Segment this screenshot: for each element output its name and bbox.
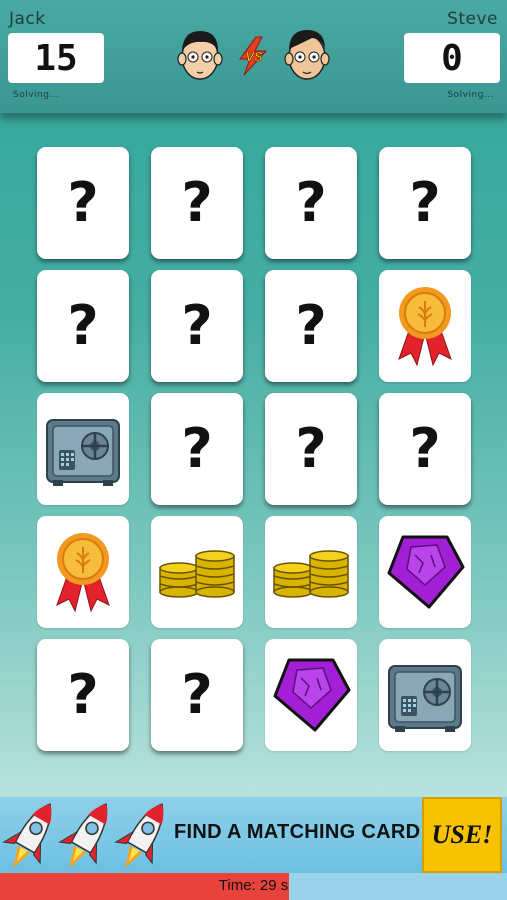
medal-icon	[389, 281, 461, 371]
player-left-name: Jack	[9, 9, 46, 29]
card-hidden[interactable]: ?	[151, 270, 243, 382]
rocket-icon	[114, 803, 164, 869]
card-coins[interactable]	[265, 516, 357, 628]
coins-icon	[270, 546, 352, 598]
question-mark: ?	[181, 171, 213, 234]
player-right-score: 0	[404, 33, 500, 83]
card-hidden[interactable]: ?	[265, 270, 357, 382]
player-right-name: Steve	[447, 9, 498, 29]
gem-icon	[385, 533, 465, 611]
coins-icon	[156, 546, 238, 598]
card-hidden[interactable]: ?	[265, 147, 357, 259]
safe-icon	[43, 410, 123, 488]
question-mark: ?	[181, 417, 213, 480]
rocket-icon	[2, 803, 52, 869]
question-mark: ?	[409, 171, 441, 234]
card-hidden[interactable]: ?	[265, 393, 357, 505]
card-coins[interactable]	[151, 516, 243, 628]
timer-bar: Time: 29 s	[0, 873, 507, 900]
card-medal[interactable]	[37, 516, 129, 628]
question-mark: ?	[409, 417, 441, 480]
use-powerup-button[interactable]: USE!	[422, 797, 502, 873]
card-hidden[interactable]: ?	[151, 147, 243, 259]
card-hidden[interactable]: ?	[379, 393, 471, 505]
question-mark: ?	[295, 417, 327, 480]
powerup-label: FIND A MATCHING CARD	[174, 821, 421, 843]
card-hidden[interactable]: ?	[379, 147, 471, 259]
card-gem[interactable]	[265, 639, 357, 751]
rocket-icon	[58, 803, 108, 869]
timer-label: Time: 29 s	[218, 877, 289, 894]
card-safe[interactable]	[37, 393, 129, 505]
card-hidden[interactable]: ?	[37, 270, 129, 382]
question-mark: ?	[67, 663, 99, 726]
medal-icon	[47, 527, 119, 617]
card-hidden[interactable]: ?	[151, 639, 243, 751]
player-left-score: 15	[8, 33, 104, 83]
question-mark: ?	[67, 294, 99, 357]
player-right-avatar	[284, 30, 330, 80]
question-mark: ?	[295, 171, 327, 234]
question-mark: ?	[181, 294, 213, 357]
safe-icon	[385, 656, 465, 734]
question-mark: ?	[181, 663, 213, 726]
svg-text:VS: VS	[245, 49, 263, 64]
gem-icon	[271, 656, 351, 734]
question-mark: ?	[295, 294, 327, 357]
player-right-status: Solving...	[447, 90, 494, 100]
card-hidden[interactable]: ?	[151, 393, 243, 505]
card-medal[interactable]	[379, 270, 471, 382]
card-safe[interactable]	[379, 639, 471, 751]
card-hidden[interactable]: ?	[37, 147, 129, 259]
player-left-status: Solving...	[13, 90, 60, 100]
card-hidden[interactable]: ?	[37, 639, 129, 751]
score-header: Jack Steve 15 0 Solving... Solving... VS	[0, 0, 507, 113]
versus-icon: VS	[239, 36, 268, 76]
player-left-avatar	[177, 31, 223, 80]
question-mark: ?	[67, 171, 99, 234]
card-gem[interactable]	[379, 516, 471, 628]
